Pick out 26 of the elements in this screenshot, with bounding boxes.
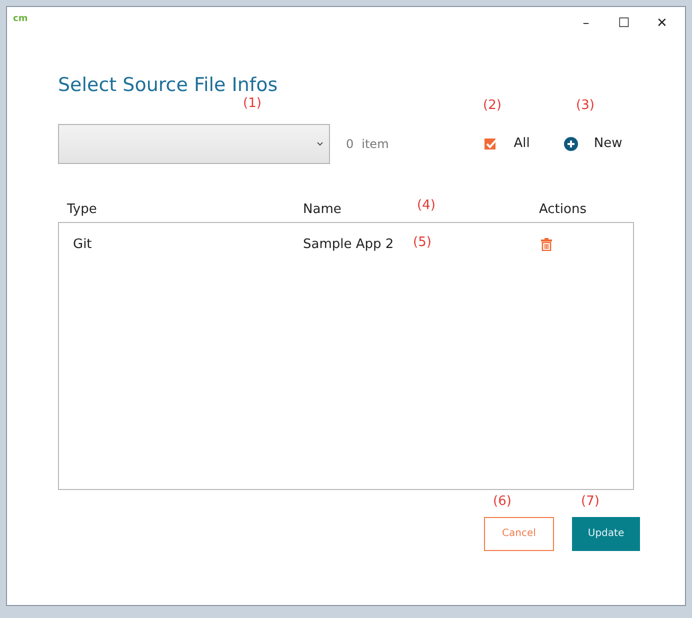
dialog-title: Select Source File Infos — [58, 73, 279, 97]
source-dropdown[interactable] — [58, 124, 330, 164]
annotation-label: (6) — [493, 492, 512, 510]
column-header: Actions — [539, 202, 586, 216]
plus-icon — [564, 136, 578, 150]
column-header: Name — [303, 202, 342, 216]
annotation-label: (3) — [576, 96, 594, 114]
annotation-label: (1) — [243, 94, 262, 112]
item-count-label: item — [362, 136, 389, 152]
new-button[interactable]: New — [564, 134, 622, 154]
caret-icon — [317, 142, 323, 146]
maximize-button[interactable]: ☐ — [605, 11, 643, 37]
minimize-button[interactable]: – — [567, 11, 605, 37]
checkbox-label: All — [514, 134, 530, 153]
annotation-label: (4) — [417, 196, 436, 214]
annotation-label: (2) — [483, 96, 502, 114]
annotation-label: (7) — [581, 492, 600, 510]
table-cell: Git — [73, 236, 92, 252]
item-count: 0 — [346, 136, 354, 152]
app-logo: cm — [13, 13, 28, 26]
annotation-label: (5) — [413, 234, 432, 252]
table-cell: Sample App 2 — [303, 236, 394, 252]
column-header: Type — [67, 202, 97, 216]
close-button[interactable]: ✕ — [643, 11, 681, 37]
trash-icon[interactable] — [541, 238, 552, 251]
checkbox[interactable] — [484, 136, 498, 150]
